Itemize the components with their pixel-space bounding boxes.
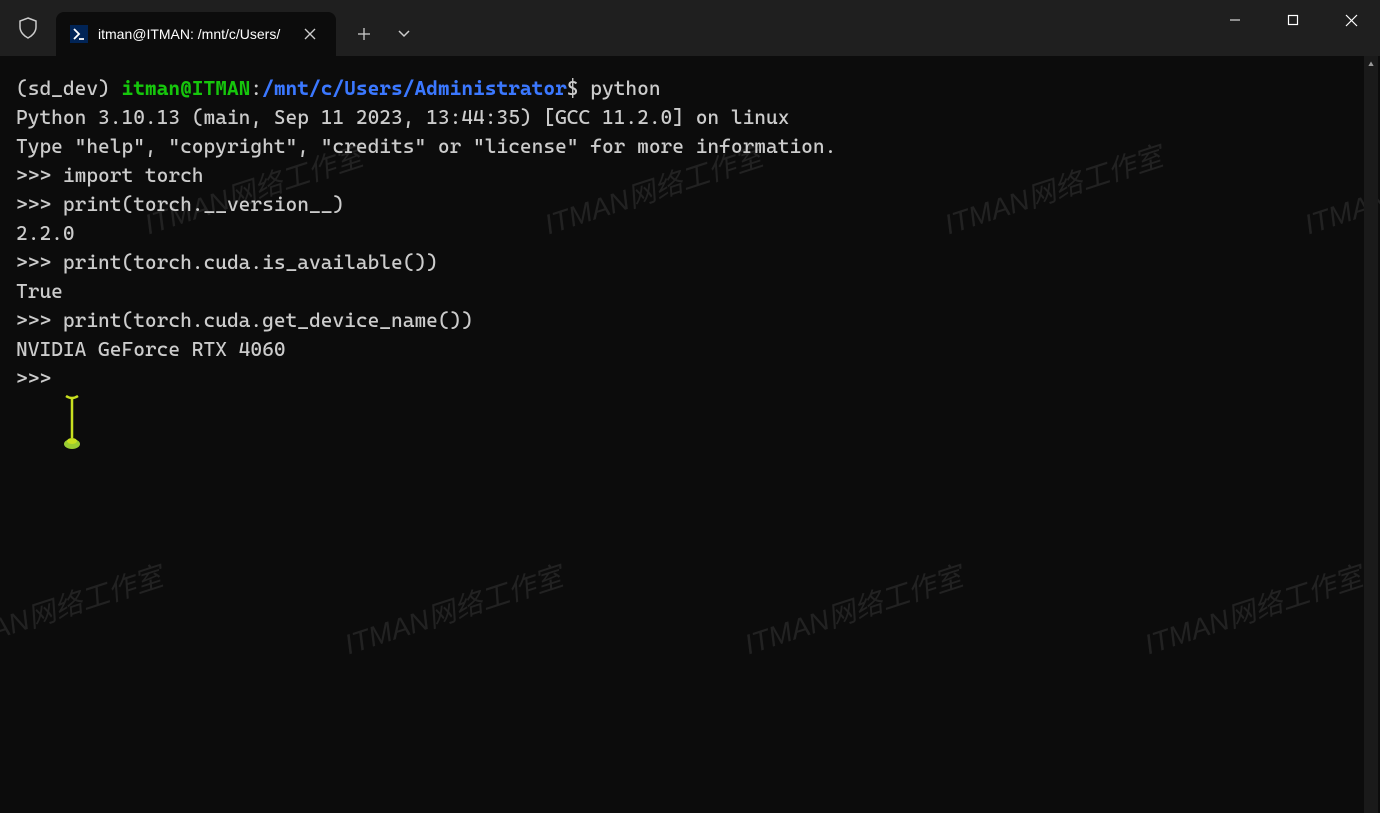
watermark: ITMAN网络工作室 (0, 562, 166, 660)
tab-title: itman@ITMAN: /mnt/c/Users/ (98, 26, 290, 42)
output-line: 2.2.0 (16, 219, 1364, 248)
tab-dropdown-button[interactable] (386, 12, 422, 56)
titlebar: itman@ITMAN: /mnt/c/Users/ (0, 0, 1380, 56)
output-line: Python 3.10.13 (main, Sep 11 2023, 13:44… (16, 103, 1364, 132)
scrollbar-up-icon[interactable]: ▲ (1364, 56, 1378, 74)
prompt-env: (sd_dev) (16, 76, 110, 100)
active-tab[interactable]: itman@ITMAN: /mnt/c/Users/ (56, 12, 336, 56)
prompt-command: python (590, 76, 660, 100)
text-cursor-icon (62, 392, 82, 460)
output-line: >>> print(torch.__version__) (16, 190, 1364, 219)
output-line: >>> (16, 364, 1364, 393)
output-line: Type "help", "copyright", "credits" or "… (16, 132, 1364, 161)
scrollbar[interactable]: ▲ (1364, 56, 1378, 813)
watermark: ITMAN网络工作室 (1141, 562, 1366, 660)
close-tab-button[interactable] (298, 22, 322, 46)
terminal-content[interactable]: (sd_dev) itman@ITMAN:/mnt/c/Users/Admini… (0, 56, 1380, 813)
new-tab-button[interactable] (342, 12, 386, 56)
output-line: True (16, 277, 1364, 306)
watermark: ITMAN网络工作室 (341, 562, 566, 660)
powershell-icon (70, 25, 88, 43)
prompt-path: /mnt/c/Users/Administrator (262, 76, 567, 100)
maximize-button[interactable] (1264, 0, 1322, 40)
window-controls (1206, 0, 1380, 40)
prompt-user-host: itman@ITMAN (121, 76, 250, 100)
output-line: >>> import torch (16, 161, 1364, 190)
output-line: >>> print(torch.cuda.is_available()) (16, 248, 1364, 277)
prompt-line: (sd_dev) itman@ITMAN:/mnt/c/Users/Admini… (16, 74, 1364, 103)
close-window-button[interactable] (1322, 0, 1380, 40)
output-line: >>> print(torch.cuda.get_device_name()) (16, 306, 1364, 335)
watermark: ITMAN网络工作室 (741, 562, 966, 660)
output-line: NVIDIA GeForce RTX 4060 (16, 335, 1364, 364)
minimize-button[interactable] (1206, 0, 1264, 40)
prompt-dollar: $ (567, 76, 579, 100)
shield-icon (0, 17, 56, 39)
